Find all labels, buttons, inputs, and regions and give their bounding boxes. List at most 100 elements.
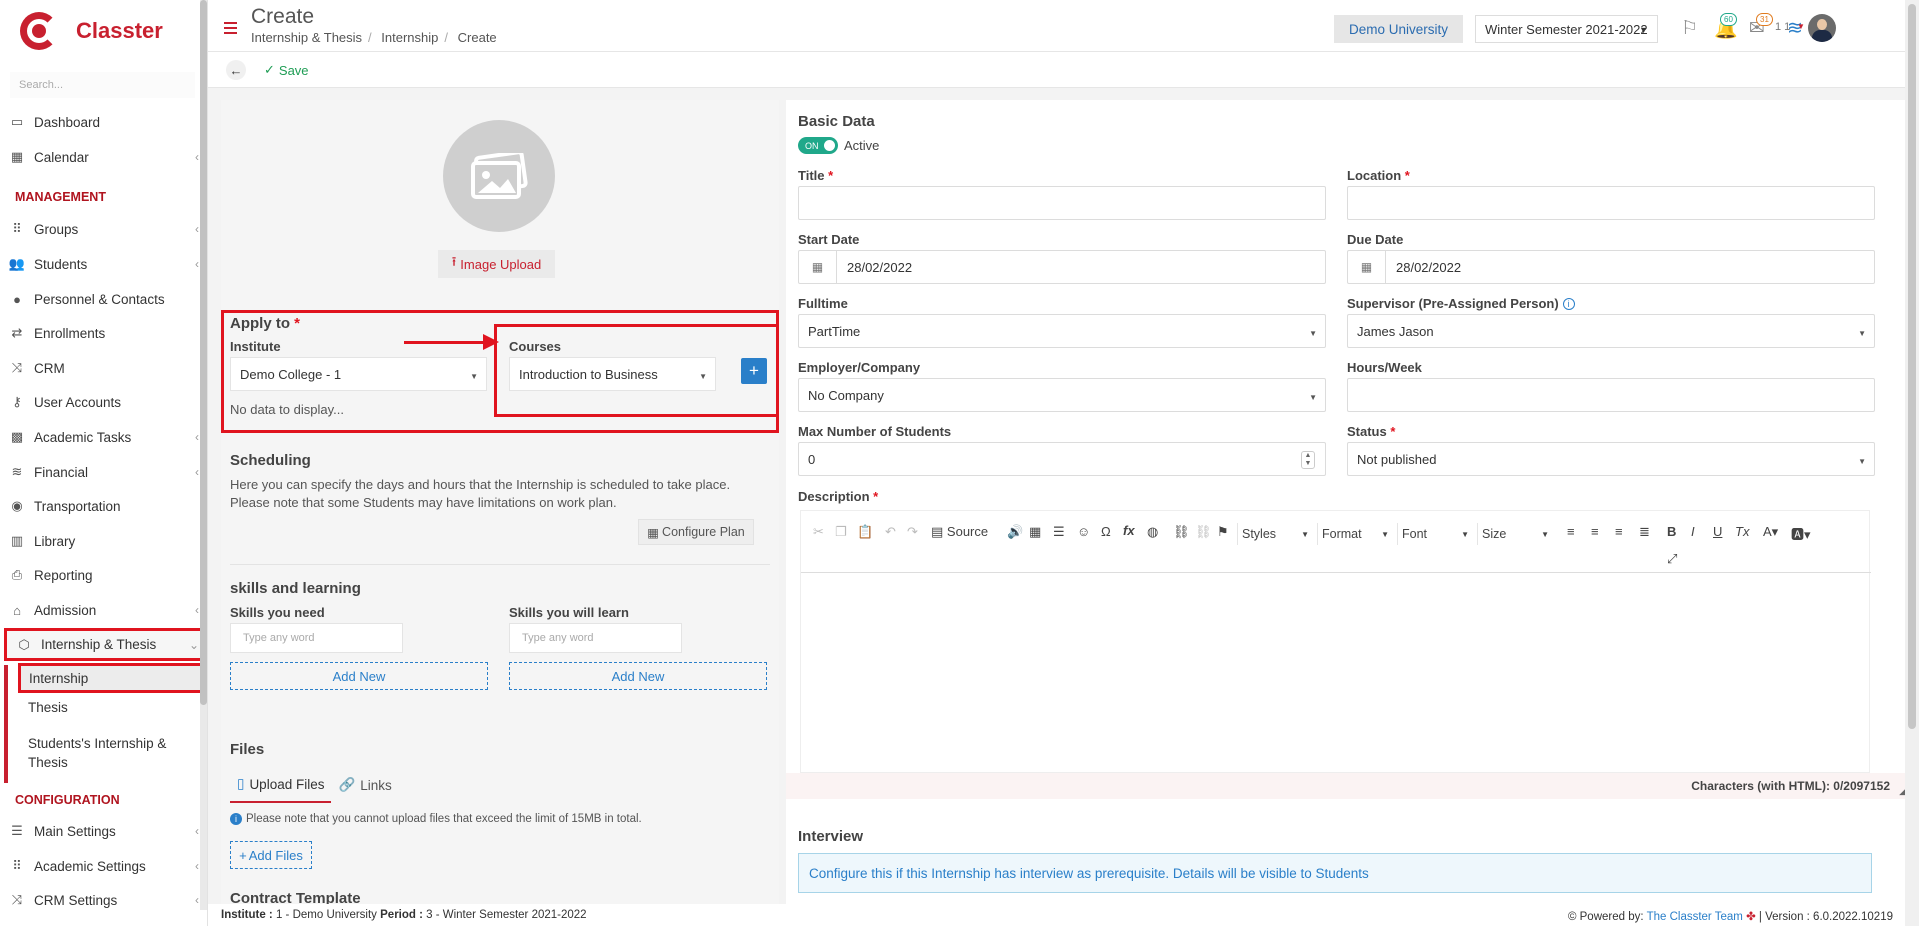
avatar[interactable] xyxy=(1808,14,1836,42)
tab-upload-files[interactable]: ▯ Upload Files xyxy=(230,772,332,803)
caret-down-icon[interactable]: ▼ xyxy=(1797,22,1805,31)
sidebar-item-groups[interactable]: ⠿ Groups ‹ xyxy=(0,215,201,243)
maximize-icon[interactable]: ⤢ xyxy=(1667,551,1677,567)
format-select[interactable]: Format ▼ xyxy=(1317,523,1393,545)
info-icon[interactable]: i xyxy=(1562,297,1575,310)
location-input[interactable] xyxy=(1347,186,1875,220)
horizontal-line-icon[interactable]: ☰ xyxy=(1053,524,1065,540)
bg-color-icon[interactable]: 🅰▾ xyxy=(1791,524,1811,543)
paste-icon[interactable]: 📋 xyxy=(857,524,873,540)
active-toggle[interactable]: ON xyxy=(798,137,838,154)
spinner-icon[interactable]: ▲ ▼ xyxy=(1301,451,1315,469)
sidebar-item-transportation[interactable]: ◉ Transportation xyxy=(0,492,201,520)
size-select[interactable]: Size ▼ xyxy=(1477,523,1553,545)
breadcrumb-item[interactable]: Internship & Thesis xyxy=(251,30,362,45)
image-upload-button[interactable]: ⭱ Image Upload xyxy=(438,250,555,278)
audio-icon[interactable]: 🔊 xyxy=(1007,524,1023,540)
sidebar-item-reporting[interactable]: ⎙ Reporting xyxy=(0,561,201,589)
skills-learn-input[interactable]: Type any word xyxy=(509,623,682,653)
redo-icon[interactable]: ↷ xyxy=(907,524,918,540)
title-input[interactable] xyxy=(798,186,1326,220)
configure-plan-button[interactable]: ▦ Configure Plan xyxy=(638,519,754,545)
logo[interactable]: Classter xyxy=(18,10,163,52)
sidebar-item-academic-settings[interactable]: ⠿ Academic Settings ‹ xyxy=(0,852,201,880)
main-scrollbar[interactable] xyxy=(1905,0,1919,926)
calendar-icon[interactable]: ▦ xyxy=(1348,251,1386,283)
add-skill-need-button[interactable]: Add New xyxy=(230,662,488,690)
supervisor-select[interactable]: James Jason ▼ xyxy=(1347,314,1875,348)
align-right-icon[interactable]: ≡ xyxy=(1615,524,1623,539)
save-button[interactable]: ✓ Save xyxy=(264,62,309,78)
cut-icon[interactable]: ✂ xyxy=(813,524,824,540)
sidebar-item-user-accounts[interactable]: ⚷ User Accounts xyxy=(0,388,201,416)
menu-toggle-icon[interactable] xyxy=(224,22,237,37)
sidebar-subitem-thesis[interactable]: Thesis xyxy=(20,700,202,715)
employer-select[interactable]: No Company ▼ xyxy=(798,378,1326,412)
formula-icon[interactable]: fx xyxy=(1123,523,1135,538)
add-course-button[interactable]: + xyxy=(741,358,767,384)
sidebar-subitem-students-internship[interactable]: Students's Internship & Thesis xyxy=(20,734,180,772)
sidebar-scrollbar[interactable] xyxy=(200,0,207,910)
sidebar-item-library[interactable]: ▥ Library xyxy=(0,527,201,555)
smiley-icon[interactable]: ☺ xyxy=(1077,524,1090,539)
classter-team-link[interactable]: The Classter Team xyxy=(1647,911,1743,923)
sidebar-item-main-settings[interactable]: ☰ Main Settings ‹ xyxy=(0,817,201,845)
back-button[interactable]: ← xyxy=(226,60,246,80)
sidebar-item-calendar[interactable]: ▦ Calendar ‹ xyxy=(0,143,201,171)
interview-info[interactable]: Configure this if this Internship has in… xyxy=(798,853,1872,893)
anchor-flag-icon[interactable]: ⚑ xyxy=(1217,524,1229,540)
italic-icon[interactable]: I xyxy=(1691,524,1695,539)
max-students-input[interactable]: 0 ▲ ▼ xyxy=(798,442,1326,476)
sidebar-item-financial[interactable]: ≋ Financial ‹ xyxy=(0,458,201,486)
due-date-input[interactable]: ▦ 28/02/2022 xyxy=(1347,250,1875,284)
calendar-icon[interactable]: ▦ xyxy=(799,251,837,283)
hours-week-input[interactable] xyxy=(1347,378,1875,412)
styles-select[interactable]: Styles ▼ xyxy=(1237,523,1313,545)
version-text: | Version : 6.0.2022.10219 xyxy=(1758,911,1893,923)
omega-icon[interactable]: Ω xyxy=(1101,524,1111,539)
link-icon[interactable]: ⛓ xyxy=(1173,524,1190,540)
sidebar-item-label: Admission xyxy=(34,602,97,618)
university-button[interactable]: Demo University xyxy=(1334,15,1464,43)
sidebar-item-crm[interactable]: ⤨ CRM xyxy=(0,354,201,382)
tab-links[interactable]: 🔗 Links xyxy=(331,772,398,803)
institute-select[interactable]: Demo College - 1 ▼ xyxy=(230,357,487,391)
description-editor[interactable]: ✂ ❐ 📋 ↶ ↷ ▤ Source 🔊 ▦ ☰ ☺ Ω fx ◍ ⛓ ⛓ ⚑ … xyxy=(800,510,1871,773)
skills-need-input[interactable]: Type any word xyxy=(230,623,403,653)
justify-icon[interactable]: ≣ xyxy=(1639,524,1650,540)
text-color-icon[interactable]: A▾ xyxy=(1763,524,1778,540)
flag-icon[interactable]: ⚐ xyxy=(1681,17,1698,40)
font-select[interactable]: Font ▼ xyxy=(1397,523,1473,545)
sidebar-item-academic-tasks[interactable]: ▩ Academic Tasks ‹ xyxy=(0,423,201,451)
remove-format-icon[interactable]: Tx xyxy=(1735,524,1749,539)
bold-icon[interactable]: B xyxy=(1667,524,1676,539)
align-center-icon[interactable]: ≡ xyxy=(1591,524,1599,539)
semester-select[interactable]: Winter Semester 2021-2022 ▼ xyxy=(1475,15,1658,43)
sidebar-item-enrollments[interactable]: ⇄ Enrollments xyxy=(0,319,201,347)
start-date-input[interactable]: ▦ 28/02/2022 xyxy=(798,250,1326,284)
sidebar-item-crm-settings[interactable]: ⤨ CRM Settings ‹ xyxy=(0,886,201,914)
add-skill-learn-button[interactable]: Add New xyxy=(509,662,767,690)
fulltime-select[interactable]: PartTime ▼ xyxy=(798,314,1326,348)
table-icon[interactable]: ▦ xyxy=(1029,524,1041,540)
source-button[interactable]: ▤ Source xyxy=(931,524,988,540)
add-files-button[interactable]: + Add Files xyxy=(230,841,312,869)
courses-select[interactable]: Introduction to Business ▼ xyxy=(509,357,716,391)
sidebar-item-dashboard[interactable]: ▭ Dashboard xyxy=(0,108,201,136)
copy-icon[interactable]: ❐ xyxy=(835,524,847,540)
sidebar-item-admission[interactable]: ⌂ Admission ‹ xyxy=(0,596,201,624)
align-left-icon[interactable]: ≡ xyxy=(1567,524,1575,539)
sidebar-search-input[interactable] xyxy=(10,72,195,98)
sidebar-item-personnel[interactable]: ● Personnel & Contacts xyxy=(0,285,201,313)
globe-icon[interactable]: ◍ xyxy=(1147,524,1158,540)
breadcrumb-item[interactable]: Internship xyxy=(381,30,438,45)
sidebar-item-internship-thesis[interactable]: ⬡ Internship & Thesis ⌄ xyxy=(4,628,204,661)
underline-icon[interactable]: U xyxy=(1713,524,1722,539)
right-panel: Basic Data ON Active Title * Location * … xyxy=(786,100,1912,904)
sidebar-subitem-internship[interactable]: Internship xyxy=(18,663,205,693)
sidebar-item-students[interactable]: 👥 Students ‹ xyxy=(0,250,201,278)
unlink-icon[interactable]: ⛓ xyxy=(1195,524,1212,540)
status-select[interactable]: Not published ▼ xyxy=(1347,442,1875,476)
undo-icon[interactable]: ↶ xyxy=(885,524,896,540)
user-label[interactable]: 1 1 xyxy=(1775,21,1790,33)
